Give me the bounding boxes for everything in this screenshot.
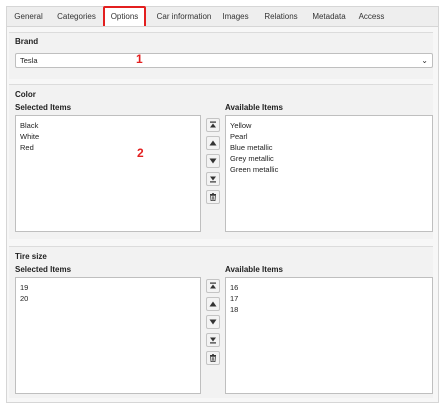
list-item[interactable]: 19 [20, 282, 196, 293]
tab-categories[interactable]: Categories [53, 7, 100, 26]
list-item[interactable]: 17 [230, 293, 428, 304]
move-down-button[interactable] [206, 154, 220, 168]
list-item[interactable]: Grey metallic [230, 153, 428, 164]
move-bottom-button[interactable] [206, 172, 220, 186]
list-item[interactable]: 20 [20, 293, 196, 304]
move-top-icon [210, 121, 216, 128]
tab-options[interactable]: Options [103, 6, 146, 28]
trash-icon [210, 354, 216, 362]
tab-bar: General Categories Options Car informati… [6, 6, 439, 28]
move-up-button[interactable] [206, 297, 220, 311]
move-top-icon [210, 282, 216, 289]
color-label: Color [15, 90, 36, 99]
arrow-up-icon [209, 140, 217, 146]
remove-item-button[interactable] [206, 351, 220, 365]
tab-access[interactable]: Access [355, 7, 388, 26]
brand-selected-value: Tesla [20, 56, 38, 65]
color-available-items-label: Available Items [225, 103, 283, 112]
arrow-down-icon [209, 319, 217, 325]
list-item[interactable]: Red [20, 142, 196, 153]
list-item[interactable]: Green metallic [230, 164, 428, 175]
move-top-button[interactable] [206, 118, 220, 132]
tire-selected-list[interactable]: 19 20 [15, 277, 201, 394]
tab-car-information[interactable]: Car information [149, 7, 219, 26]
trash-icon [210, 193, 216, 201]
tire-available-list[interactable]: 16 17 18 [225, 277, 433, 394]
tire-selected-items-label: Selected Items [15, 265, 72, 274]
tab-metadata[interactable]: Metadata [308, 7, 350, 26]
list-item[interactable]: Pearl [230, 131, 428, 142]
arrow-up-icon [209, 301, 217, 307]
list-item[interactable]: 18 [230, 304, 428, 315]
move-bottom-button[interactable] [206, 333, 220, 347]
list-item[interactable]: Yellow [230, 120, 428, 131]
tab-relations[interactable]: Relations [260, 7, 302, 26]
move-down-button[interactable] [206, 315, 220, 329]
annotation-marker-2: 2 [137, 146, 144, 160]
arrow-down-icon [209, 158, 217, 164]
list-item[interactable]: White [20, 131, 196, 142]
chevron-down-icon: ⌄ [421, 56, 428, 65]
color-controls [206, 118, 220, 206]
move-bottom-icon [210, 337, 216, 344]
color-selected-items-label: Selected Items [15, 103, 72, 112]
tab-images[interactable]: Images [218, 7, 253, 26]
list-item[interactable]: Black [20, 120, 196, 131]
brand-label: Brand [15, 37, 39, 46]
list-item[interactable]: 16 [230, 282, 428, 293]
move-up-button[interactable] [206, 136, 220, 150]
tire-size-label: Tire size [15, 252, 47, 261]
list-item[interactable]: Blue metallic [230, 142, 428, 153]
remove-item-button[interactable] [206, 190, 220, 204]
tire-controls [206, 279, 220, 367]
move-bottom-icon [210, 176, 216, 183]
annotation-marker-1: 1 [136, 52, 143, 66]
move-top-button[interactable] [206, 279, 220, 293]
color-available-list[interactable]: Yellow Pearl Blue metallic Grey metallic… [225, 115, 433, 232]
color-selected-list[interactable]: Black White Red [15, 115, 201, 232]
brand-select[interactable]: Tesla ⌄ [15, 53, 433, 68]
tire-available-items-label: Available Items [225, 265, 283, 274]
tab-general[interactable]: General [9, 7, 48, 26]
